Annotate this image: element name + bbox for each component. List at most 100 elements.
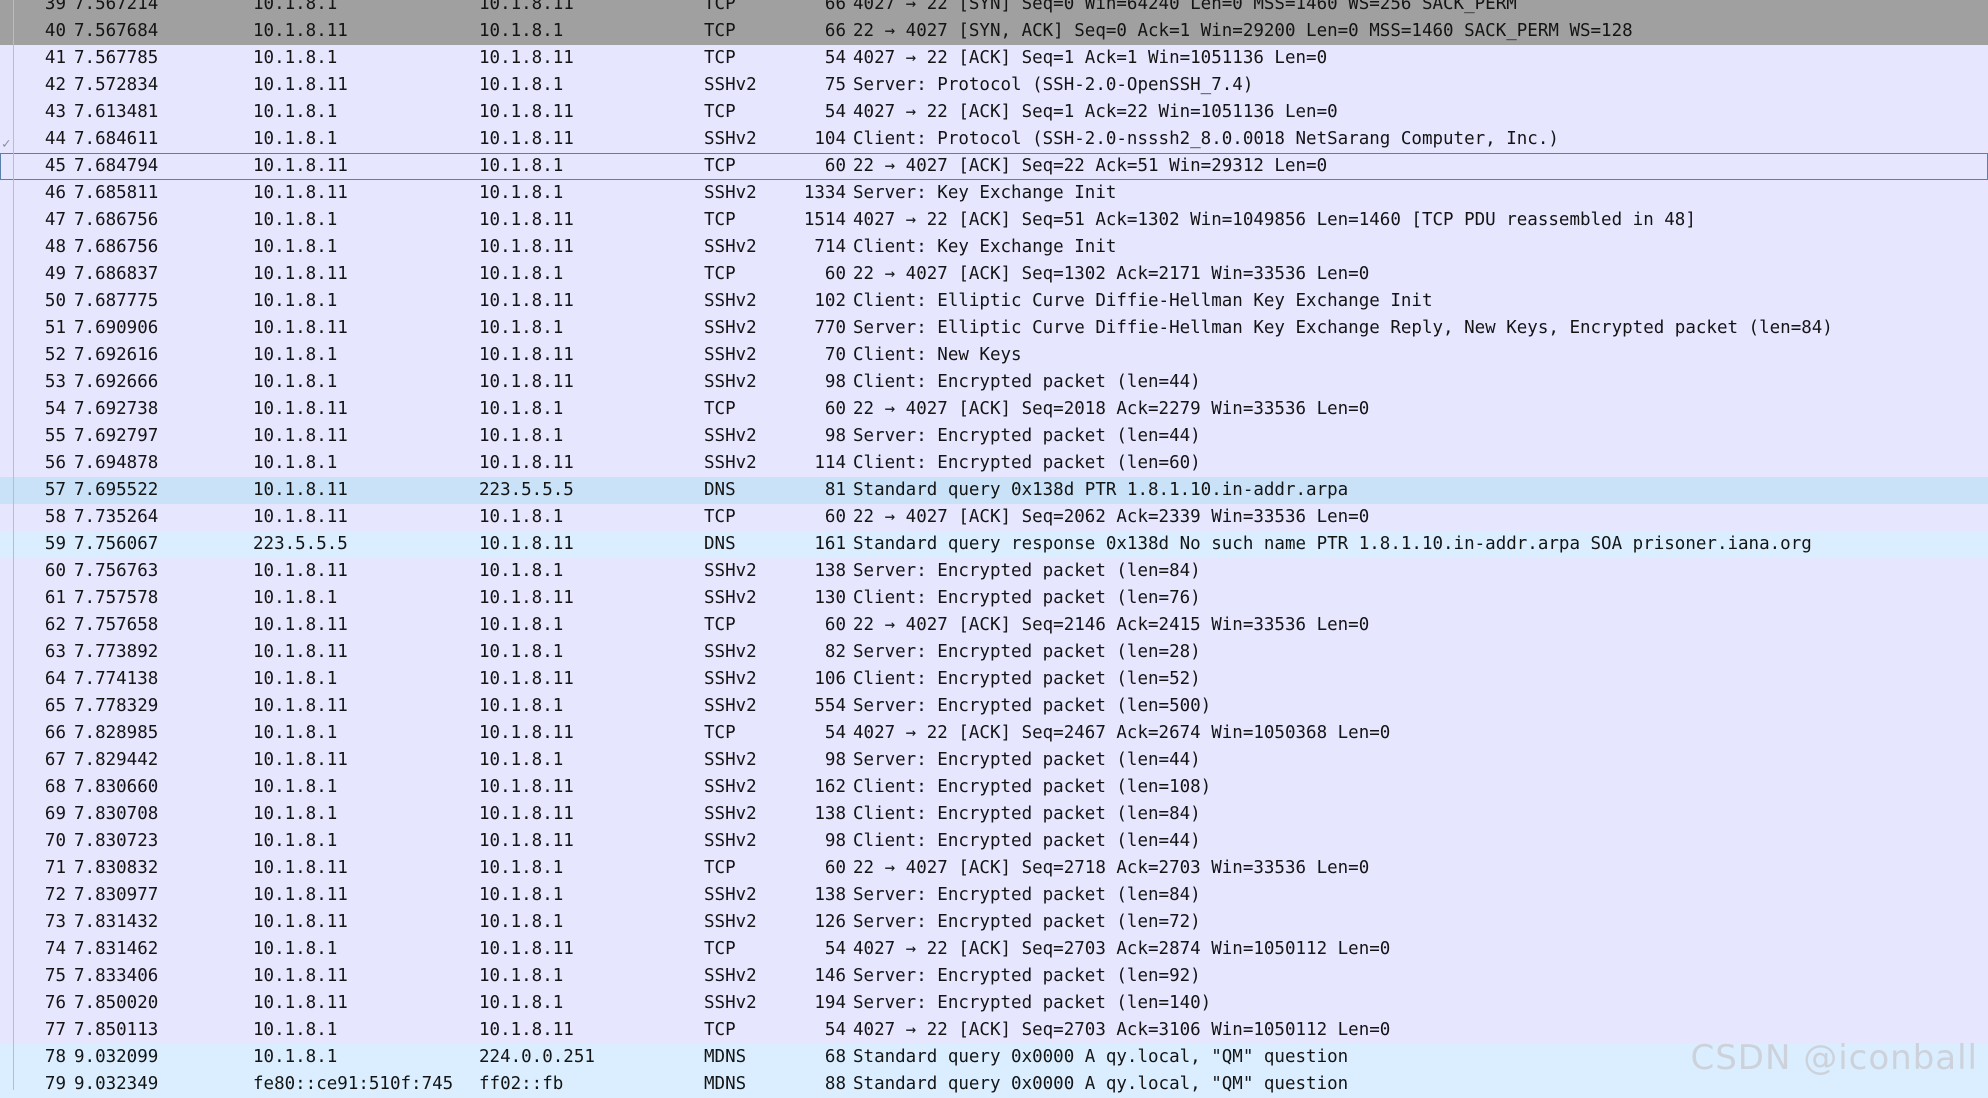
packet-len-cell: 98 bbox=[824, 750, 846, 770]
packet-src-cell: 10.1.8.11 bbox=[253, 507, 348, 527]
packet-len-cell: 88 bbox=[824, 1074, 846, 1094]
packet-src-cell: 10.1.8.1 bbox=[253, 129, 338, 149]
packet-time-cell: 7.567684 bbox=[74, 21, 159, 41]
packet-len-cell: 130 bbox=[814, 588, 846, 608]
packet-no-cell: 40 bbox=[44, 21, 66, 41]
packet-info-cell: 4027 → 22 [ACK] Seq=2703 Ack=2874 Win=10… bbox=[853, 939, 1391, 959]
packet-src-cell: 10.1.8.1 bbox=[253, 1020, 338, 1040]
packet-src-cell: 10.1.8.1 bbox=[253, 831, 338, 851]
packet-proto-cell: TCP bbox=[704, 0, 736, 14]
packet-proto-cell: TCP bbox=[704, 723, 736, 743]
packet-time-cell: 7.831462 bbox=[74, 939, 159, 959]
packet-row[interactable]: 42 7.572834 10.1.8.11 10.1.8.1 SSHv2 75 Server… bbox=[0, 72, 1988, 99]
packet-row[interactable]: 53 7.692666 10.1.8.1 10.1.8.11 SSHv2 98 Client… bbox=[0, 369, 1988, 396]
packet-no-cell: 53 bbox=[44, 372, 66, 392]
packet-len-cell: 54 bbox=[824, 102, 846, 122]
packet-row[interactable]: 72 7.830977 10.1.8.11 10.1.8.1 SSHv2 138 Serve… bbox=[0, 882, 1988, 909]
packet-dst-cell: 10.1.8.1 bbox=[479, 912, 564, 932]
packet-len-cell: 60 bbox=[824, 615, 846, 635]
packet-row[interactable]: 48 7.686756 10.1.8.1 10.1.8.11 SSHv2 714 Clien… bbox=[0, 234, 1988, 261]
packet-row[interactable]: 73 7.831432 10.1.8.11 10.1.8.1 SSHv2 126 Serve… bbox=[0, 909, 1988, 936]
packet-row[interactable]: 69 7.830708 10.1.8.1 10.1.8.11 SSHv2 138 Clien… bbox=[0, 801, 1988, 828]
packet-len-cell: 54 bbox=[824, 939, 846, 959]
packet-row[interactable]: 55 7.692797 10.1.8.11 10.1.8.1 SSHv2 98 Server… bbox=[0, 423, 1988, 450]
packet-list[interactable]: 39 7.567214 10.1.8.1 10.1.8.11 TCP 66 4027 → 2… bbox=[0, 0, 1988, 1098]
packet-len-cell: 68 bbox=[824, 1047, 846, 1067]
packet-row[interactable]: 44 7.684611 10.1.8.1 10.1.8.11 SSHv2 104 Clien… bbox=[0, 126, 1988, 153]
packet-src-cell: 10.1.8.1 bbox=[253, 48, 338, 68]
packet-row[interactable]: 43 7.613481 10.1.8.1 10.1.8.11 TCP 54 4027 → 2… bbox=[0, 99, 1988, 126]
packet-proto-cell: DNS bbox=[704, 534, 736, 554]
packet-row[interactable]: 51 7.690906 10.1.8.11 10.1.8.1 SSHv2 770 Serve… bbox=[0, 315, 1988, 342]
packet-src-cell: 10.1.8.1 bbox=[253, 102, 338, 122]
packet-info-cell: Client: Encrypted packet (len=108) bbox=[853, 777, 1212, 797]
packet-row[interactable]: 59 7.756067 223.5.5.5 10.1.8.11 DNS 161 Standa… bbox=[0, 531, 1988, 558]
packet-src-cell: 10.1.8.1 bbox=[253, 372, 338, 392]
packet-time-cell: 7.692797 bbox=[74, 426, 159, 446]
packet-row[interactable]: 54 7.692738 10.1.8.11 10.1.8.1 TCP 60 22 → 402… bbox=[0, 396, 1988, 423]
packet-proto-cell: SSHv2 bbox=[704, 831, 757, 851]
packet-row[interactable]: 45 7.684794 10.1.8.11 10.1.8.1 TCP 60 22 → 402… bbox=[0, 153, 1988, 180]
packet-proto-cell: SSHv2 bbox=[704, 318, 757, 338]
packet-len-cell: 138 bbox=[814, 804, 846, 824]
packet-dst-cell: 10.1.8.11 bbox=[479, 210, 574, 230]
packet-dst-cell: 10.1.8.1 bbox=[479, 507, 564, 527]
packet-no-cell: 51 bbox=[44, 318, 66, 338]
packet-row[interactable]: 71 7.830832 10.1.8.11 10.1.8.1 TCP 60 22 → 402… bbox=[0, 855, 1988, 882]
packet-row[interactable]: 63 7.773892 10.1.8.11 10.1.8.1 SSHv2 82 Server… bbox=[0, 639, 1988, 666]
packet-info-cell: Client: Encrypted packet (len=76) bbox=[853, 588, 1201, 608]
packet-row[interactable]: 62 7.757658 10.1.8.11 10.1.8.1 TCP 60 22 → 402… bbox=[0, 612, 1988, 639]
packet-row[interactable]: 60 7.756763 10.1.8.11 10.1.8.1 SSHv2 138 Serve… bbox=[0, 558, 1988, 585]
packet-row[interactable]: 46 7.685811 10.1.8.11 10.1.8.1 SSHv2 1334 Serv… bbox=[0, 180, 1988, 207]
packet-row[interactable]: 68 7.830660 10.1.8.1 10.1.8.11 SSHv2 162 Clien… bbox=[0, 774, 1988, 801]
packet-len-cell: 126 bbox=[814, 912, 846, 932]
packet-proto-cell: MDNS bbox=[704, 1047, 747, 1067]
packet-dst-cell: 10.1.8.1 bbox=[479, 264, 564, 284]
packet-len-cell: 98 bbox=[824, 831, 846, 851]
packet-row[interactable]: 70 7.830723 10.1.8.1 10.1.8.11 SSHv2 98 Client… bbox=[0, 828, 1988, 855]
packet-row[interactable]: 67 7.829442 10.1.8.11 10.1.8.1 SSHv2 98 Server… bbox=[0, 747, 1988, 774]
packet-info-cell: 22 → 4027 [ACK] Seq=2718 Ack=2703 Win=33… bbox=[853, 858, 1370, 878]
packet-row[interactable]: 39 7.567214 10.1.8.1 10.1.8.11 TCP 66 4027 → 2… bbox=[0, 0, 1988, 18]
packet-info-cell: Server: Encrypted packet (len=84) bbox=[853, 561, 1201, 581]
packet-row[interactable]: 47 7.686756 10.1.8.1 10.1.8.11 TCP 1514 4027 →… bbox=[0, 207, 1988, 234]
packet-no-cell: 59 bbox=[44, 534, 66, 554]
packet-time-cell: 7.778329 bbox=[74, 696, 159, 716]
packet-row[interactable]: 41 7.567785 10.1.8.1 10.1.8.11 TCP 54 4027 → 2… bbox=[0, 45, 1988, 72]
packet-row[interactable]: 74 7.831462 10.1.8.1 10.1.8.11 TCP 54 4027 → 2… bbox=[0, 936, 1988, 963]
packet-len-cell: 98 bbox=[824, 372, 846, 392]
packet-dst-cell: 10.1.8.11 bbox=[479, 129, 574, 149]
packet-no-cell: 66 bbox=[44, 723, 66, 743]
packet-row[interactable]: 40 7.567684 10.1.8.11 10.1.8.1 TCP 66 22 → 402… bbox=[0, 18, 1988, 45]
packet-row[interactable]: 49 7.686837 10.1.8.11 10.1.8.1 TCP 60 22 → 402… bbox=[0, 261, 1988, 288]
packet-row[interactable]: 52 7.692616 10.1.8.1 10.1.8.11 SSHv2 70 Client… bbox=[0, 342, 1988, 369]
packet-row[interactable]: 56 7.694878 10.1.8.1 10.1.8.11 SSHv2 114 Clien… bbox=[0, 450, 1988, 477]
packet-proto-cell: SSHv2 bbox=[704, 183, 757, 203]
packet-proto-cell: SSHv2 bbox=[704, 237, 757, 257]
packet-no-cell: 62 bbox=[44, 615, 66, 635]
packet-proto-cell: SSHv2 bbox=[704, 966, 757, 986]
packet-row[interactable]: 75 7.833406 10.1.8.11 10.1.8.1 SSHv2 146 Serve… bbox=[0, 963, 1988, 990]
packet-row[interactable]: 58 7.735264 10.1.8.11 10.1.8.1 TCP 60 22 → 402… bbox=[0, 504, 1988, 531]
packet-src-cell: 10.1.8.11 bbox=[253, 615, 348, 635]
packet-time-cell: 7.830832 bbox=[74, 858, 159, 878]
packet-proto-cell: MDNS bbox=[704, 1074, 747, 1094]
packet-dst-cell: 10.1.8.1 bbox=[479, 183, 564, 203]
packet-no-cell: 60 bbox=[44, 561, 66, 581]
packet-len-cell: 60 bbox=[824, 858, 846, 878]
packet-len-cell: 194 bbox=[814, 993, 846, 1013]
packet-no-cell: 71 bbox=[44, 858, 66, 878]
packet-row[interactable]: 61 7.757578 10.1.8.1 10.1.8.11 SSHv2 130 Clien… bbox=[0, 585, 1988, 612]
packet-time-cell: 7.695522 bbox=[74, 480, 159, 500]
packet-no-cell: 79 bbox=[44, 1074, 66, 1094]
packet-row[interactable]: 50 7.687775 10.1.8.1 10.1.8.11 SSHv2 102 Clien… bbox=[0, 288, 1988, 315]
packet-row[interactable]: 65 7.778329 10.1.8.11 10.1.8.1 SSHv2 554 Serve… bbox=[0, 693, 1988, 720]
packet-row[interactable]: 76 7.850020 10.1.8.11 10.1.8.1 SSHv2 194 Serve… bbox=[0, 990, 1988, 1017]
packet-proto-cell: SSHv2 bbox=[704, 345, 757, 365]
packet-len-cell: 81 bbox=[824, 480, 846, 500]
packet-src-cell: 10.1.8.11 bbox=[253, 750, 348, 770]
packet-no-cell: 49 bbox=[44, 264, 66, 284]
packet-row[interactable]: 66 7.828985 10.1.8.1 10.1.8.11 TCP 54 4027 → 2… bbox=[0, 720, 1988, 747]
packet-row[interactable]: 57 7.695522 10.1.8.11 223.5.5.5 DNS 81 Standar… bbox=[0, 477, 1988, 504]
packet-row[interactable]: 64 7.774138 10.1.8.1 10.1.8.11 SSHv2 106 Clien… bbox=[0, 666, 1988, 693]
